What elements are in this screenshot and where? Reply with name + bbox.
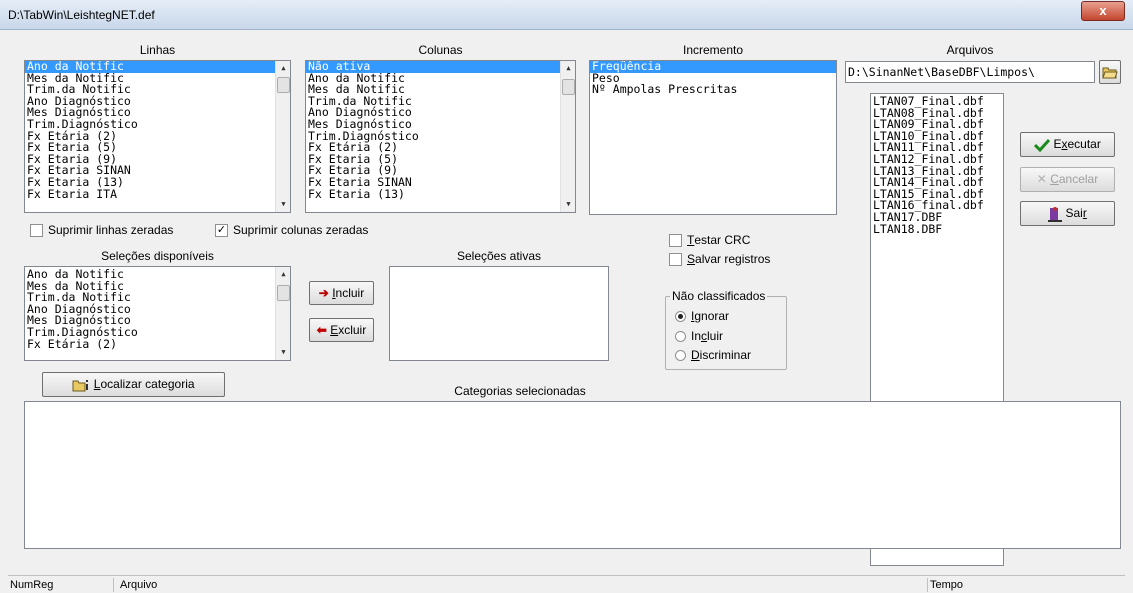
list-item[interactable]: Nº Ampolas Prescritas xyxy=(590,84,836,96)
cancelar-button[interactable]: ✕ Cancelar xyxy=(1020,167,1115,192)
scroll-up-icon[interactable]: ▲ xyxy=(276,61,290,76)
incremento-listbox[interactable]: Freqüência Peso Nº Ampolas Prescritas xyxy=(589,60,837,215)
list-item[interactable]: Fx Etaria (13) xyxy=(306,188,575,201)
radio-dot[interactable] xyxy=(675,310,686,322)
arrow-left-icon: ⬅ xyxy=(316,323,327,337)
linhas-listbox[interactable]: Ano da Notific Mes da Notific Trim.da Noti… xyxy=(24,60,291,213)
colunas-label: Colunas xyxy=(418,43,463,57)
categorias-listbox[interactable] xyxy=(24,401,1121,549)
list-item[interactable]: Fx Etária (2) xyxy=(25,338,290,351)
arrow-right-icon: ➔ xyxy=(318,286,329,300)
incremento-label: Incremento xyxy=(682,43,744,57)
suprimir-colunas-checkbox[interactable]: ✓ Suprimir colunas zeradas xyxy=(215,223,368,237)
status-bar: NumReg Arquivo Tempo xyxy=(8,575,1125,593)
localizar-categoria-button[interactable]: Localizar categoria xyxy=(42,372,225,397)
scroll-up-icon[interactable]: ▲ xyxy=(276,267,290,282)
list-item[interactable]: Fx Etaria ITA xyxy=(25,188,290,201)
close-button[interactable]: x xyxy=(1081,1,1125,21)
status-arquivo: Arquivo xyxy=(118,578,928,592)
scroll-up-icon[interactable]: ▲ xyxy=(561,61,575,76)
checkbox-box[interactable] xyxy=(30,223,43,237)
status-tempo: Tempo xyxy=(930,579,964,591)
exit-door-icon xyxy=(1048,206,1063,222)
categorias-label: Categorias selecionadas xyxy=(454,384,586,398)
window-title: D:\TabWin\LeishtegNET.def xyxy=(8,8,155,22)
discriminar-radio[interactable]: Discriminar xyxy=(675,348,751,362)
nao-classificados-title: Não classificados xyxy=(670,289,768,303)
testar-crc-checkbox[interactable]: Testar CRC xyxy=(669,233,750,247)
status-numreg: NumReg xyxy=(8,578,114,592)
scroll-down-icon[interactable]: ▼ xyxy=(276,197,290,212)
scroll-down-icon[interactable]: ▼ xyxy=(561,197,575,212)
salvar-registros-checkbox[interactable]: Salvar registros xyxy=(669,252,770,266)
checkbox-box[interactable]: ✓ xyxy=(215,223,228,237)
selecoes-ativas-label: Seleções ativas xyxy=(456,249,542,263)
scroll-thumb[interactable] xyxy=(277,77,290,93)
linhas-label: Linhas xyxy=(139,43,176,57)
linhas-scrollbar[interactable]: ▲ ▼ xyxy=(275,61,290,212)
scroll-thumb[interactable] xyxy=(562,79,575,95)
excluir-button[interactable]: ⬅ Excluir xyxy=(309,318,374,342)
incluir-button[interactable]: ➔ Incluir xyxy=(309,281,374,305)
list-item[interactable]: LTAN18.DBF xyxy=(871,223,1003,236)
colunas-scrollbar[interactable]: ▲ ▼ xyxy=(560,61,575,212)
browse-folder-button[interactable] xyxy=(1099,60,1121,84)
executar-button[interactable]: Executar xyxy=(1020,132,1115,157)
cancel-icon: ✕ xyxy=(1036,172,1047,186)
selecoes-disponiveis-label: Seleções disponíveis xyxy=(101,249,214,263)
scroll-thumb[interactable] xyxy=(277,285,290,301)
ignorar-radio[interactable]: Ignorar xyxy=(675,309,729,323)
selecoes-ativas-listbox[interactable] xyxy=(389,266,609,361)
sair-button[interactable]: Sair xyxy=(1020,201,1115,226)
scroll-down-icon[interactable]: ▼ xyxy=(276,345,290,360)
colunas-listbox[interactable]: Não ativa Ano da Notific Mes da Notific Tri… xyxy=(305,60,576,213)
find-folder-icon xyxy=(72,379,89,392)
incluir-radio[interactable]: In c luir xyxy=(675,329,723,343)
arquivos-path-field[interactable]: D:\SinanNet\BaseDBF\Limpos\ xyxy=(845,61,1095,83)
arquivos-label: Arquivos xyxy=(946,43,994,57)
radio-dot[interactable] xyxy=(675,349,686,361)
checkbox-box[interactable] xyxy=(669,233,682,247)
selecoes-disponiveis-listbox[interactable]: Ano da Notific Mes da Notific Trim.da Noti… xyxy=(24,266,291,361)
selecoes-scrollbar[interactable]: ▲ ▼ xyxy=(275,267,290,360)
checkbox-box[interactable] xyxy=(669,252,682,266)
checkmark-icon xyxy=(1034,138,1051,152)
list-item[interactable]: Freqüência xyxy=(590,61,836,73)
title-bar: D:\TabWin\LeishtegNET.def x xyxy=(0,0,1133,30)
suprimir-linhas-checkbox[interactable]: Suprimir linhas zeradas xyxy=(30,223,173,237)
radio-dot[interactable] xyxy=(675,330,686,342)
folder-open-icon xyxy=(1102,67,1118,79)
